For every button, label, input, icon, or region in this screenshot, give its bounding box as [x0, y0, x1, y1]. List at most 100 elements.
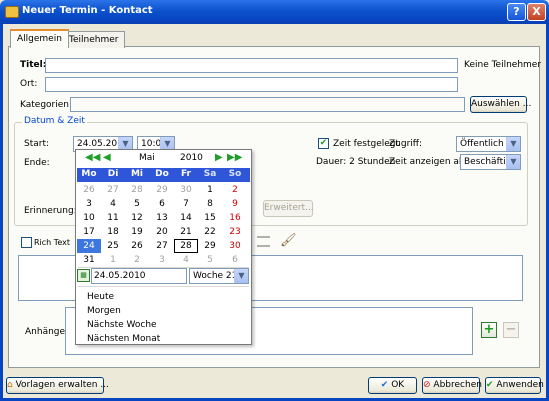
calendar-day[interactable]: 30: [223, 239, 247, 253]
calendar-day[interactable]: 21: [174, 225, 198, 239]
ok-button[interactable]: ✔ OK: [368, 377, 417, 394]
calendar-day[interactable]: 19: [125, 225, 149, 239]
chevron-down-icon[interactable]: ▼: [234, 269, 248, 283]
calendar-today-icon[interactable]: ▦: [77, 269, 90, 282]
calendar-day[interactable]: 3: [77, 197, 101, 211]
weekday-sa: Sa: [203, 169, 217, 179]
advanced-button[interactable]: Erweitert...: [263, 200, 314, 217]
title-input[interactable]: [45, 58, 458, 73]
calendar-day[interactable]: 31: [77, 253, 101, 267]
rich-text-label: Rich Text: [34, 238, 70, 247]
calendar-day[interactable]: 9: [223, 197, 247, 211]
brush-icon[interactable]: 🖌: [280, 233, 297, 248]
show-time-as-label: Zeit anzeigen als:: [389, 157, 470, 167]
calendar-day[interactable]: 3: [150, 253, 174, 267]
calendar-day[interactable]: 18: [101, 225, 125, 239]
plus-icon: +: [483, 322, 495, 337]
attendees-note: Keine Teilnehmer: [464, 60, 542, 70]
calendar-day[interactable]: 6: [223, 253, 247, 267]
calendar-day[interactable]: 26: [77, 183, 101, 197]
help-button[interactable]: ?: [507, 3, 526, 21]
window-title: Neuer Termin - Kontact: [22, 5, 153, 16]
date-input[interactable]: 24.05.2010: [91, 268, 187, 284]
calendar-day[interactable]: 14: [174, 211, 198, 225]
categories-field: [70, 97, 465, 112]
month-label[interactable]: Mai: [139, 153, 155, 163]
attachments-label: Anhänge:: [25, 327, 69, 337]
week-combo[interactable]: Woche 21 ▼: [189, 268, 249, 284]
calendar-day[interactable]: 24: [77, 239, 101, 253]
quick-tomorrow[interactable]: Morgen: [87, 306, 121, 316]
quick-next-month[interactable]: Nächsten Monat: [87, 334, 160, 344]
chevron-down-icon[interactable]: ▼: [506, 155, 520, 169]
calendar-day[interactable]: 16: [223, 211, 247, 225]
year-label[interactable]: 2010: [180, 153, 203, 163]
calendar-day[interactable]: 29: [150, 183, 174, 197]
tab-general[interactable]: Allgemein: [10, 29, 69, 48]
next-year-icon[interactable]: ▶▶: [227, 152, 242, 163]
calendar-day[interactable]: 12: [125, 211, 149, 225]
calendar-day[interactable]: 25: [101, 239, 125, 253]
cancel-label: Abbrechen: [433, 380, 482, 390]
title-label: Titel:: [20, 60, 47, 70]
cancel-icon: ⊘: [423, 380, 431, 390]
calendar-day[interactable]: 29: [198, 239, 222, 253]
calendar-day[interactable]: 4: [101, 197, 125, 211]
calendar-day[interactable]: 8: [198, 197, 222, 211]
quick-today[interactable]: Heute: [87, 292, 114, 302]
manage-templates-button[interactable]: ⌂ Vorlagen erwalten ...: [6, 377, 109, 394]
select-categories-button[interactable]: Auswählen ...: [470, 96, 531, 113]
show-time-as-combo[interactable]: Beschäftigt ▼: [460, 154, 521, 170]
calendar-day[interactable]: 4: [174, 253, 198, 267]
apply-button[interactable]: ✔ Anwenden: [485, 377, 544, 394]
calendar-day[interactable]: 6: [150, 197, 174, 211]
reminder-label: Erinnerung:: [24, 206, 77, 216]
ok-label: OK: [391, 380, 405, 390]
calendar-day[interactable]: 1: [101, 253, 125, 267]
access-combo[interactable]: Öffentlich ▼: [456, 136, 521, 152]
cancel-button[interactable]: ⊘ Abbrechen: [422, 377, 482, 394]
align-justify-icon[interactable]: [257, 236, 270, 247]
next-month-icon[interactable]: ▶: [215, 152, 223, 163]
calendar-day[interactable]: 5: [198, 253, 222, 267]
calendar-day[interactable]: 11: [101, 211, 125, 225]
weekday-mi: Mi: [130, 169, 144, 179]
close-button[interactable]: X: [527, 3, 546, 21]
calendar-day[interactable]: 23: [223, 225, 247, 239]
location-input[interactable]: [45, 77, 458, 92]
calendar-day[interactable]: 2: [223, 183, 247, 197]
quick-next-week[interactable]: Nächste Woche: [87, 320, 157, 330]
tab-attendees[interactable]: Teilnehmer: [62, 31, 126, 48]
calendar-day[interactable]: 27: [150, 239, 174, 253]
calendar-day[interactable]: 26: [125, 239, 149, 253]
chevron-down-icon[interactable]: ▼: [506, 137, 520, 151]
calendar-day[interactable]: 30: [174, 183, 198, 197]
calendar-day[interactable]: 17: [77, 225, 101, 239]
calendar-day[interactable]: 2: [125, 253, 149, 267]
rich-text-checkbox[interactable]: [21, 237, 32, 248]
templates-icon: ⌂: [7, 380, 13, 390]
duration-text: Dauer: 2 Stunden: [316, 157, 396, 167]
add-attachment-button[interactable]: +: [481, 322, 497, 338]
calendar-day[interactable]: 15: [198, 211, 222, 225]
apply-label: Anwenden: [496, 380, 544, 390]
weekday-mo: Mo: [81, 169, 97, 179]
calendar-day[interactable]: 10: [77, 211, 101, 225]
access-value: Öffentlich: [460, 139, 504, 149]
datetime-group-title: Datum & Zeit: [22, 116, 87, 126]
previous-month-icon[interactable]: ◀: [103, 152, 111, 163]
calendar-day[interactable]: 22: [198, 225, 222, 239]
calendar-day[interactable]: 28: [174, 239, 198, 253]
calendar-day[interactable]: 7: [174, 197, 198, 211]
calendar-day[interactable]: 27: [101, 183, 125, 197]
weekday-do: Do: [155, 169, 169, 179]
calendar-day[interactable]: 13: [150, 211, 174, 225]
calendar-day[interactable]: 5: [125, 197, 149, 211]
week-value: Woche 21: [193, 271, 238, 281]
remove-attachment-button[interactable]: −: [503, 322, 519, 338]
calendar-day[interactable]: 20: [150, 225, 174, 239]
calendar-day[interactable]: 1: [198, 183, 222, 197]
fixed-time-checkbox[interactable]: ✔: [318, 138, 329, 149]
calendar-day[interactable]: 28: [125, 183, 149, 197]
previous-year-icon[interactable]: ◀◀: [85, 152, 100, 163]
